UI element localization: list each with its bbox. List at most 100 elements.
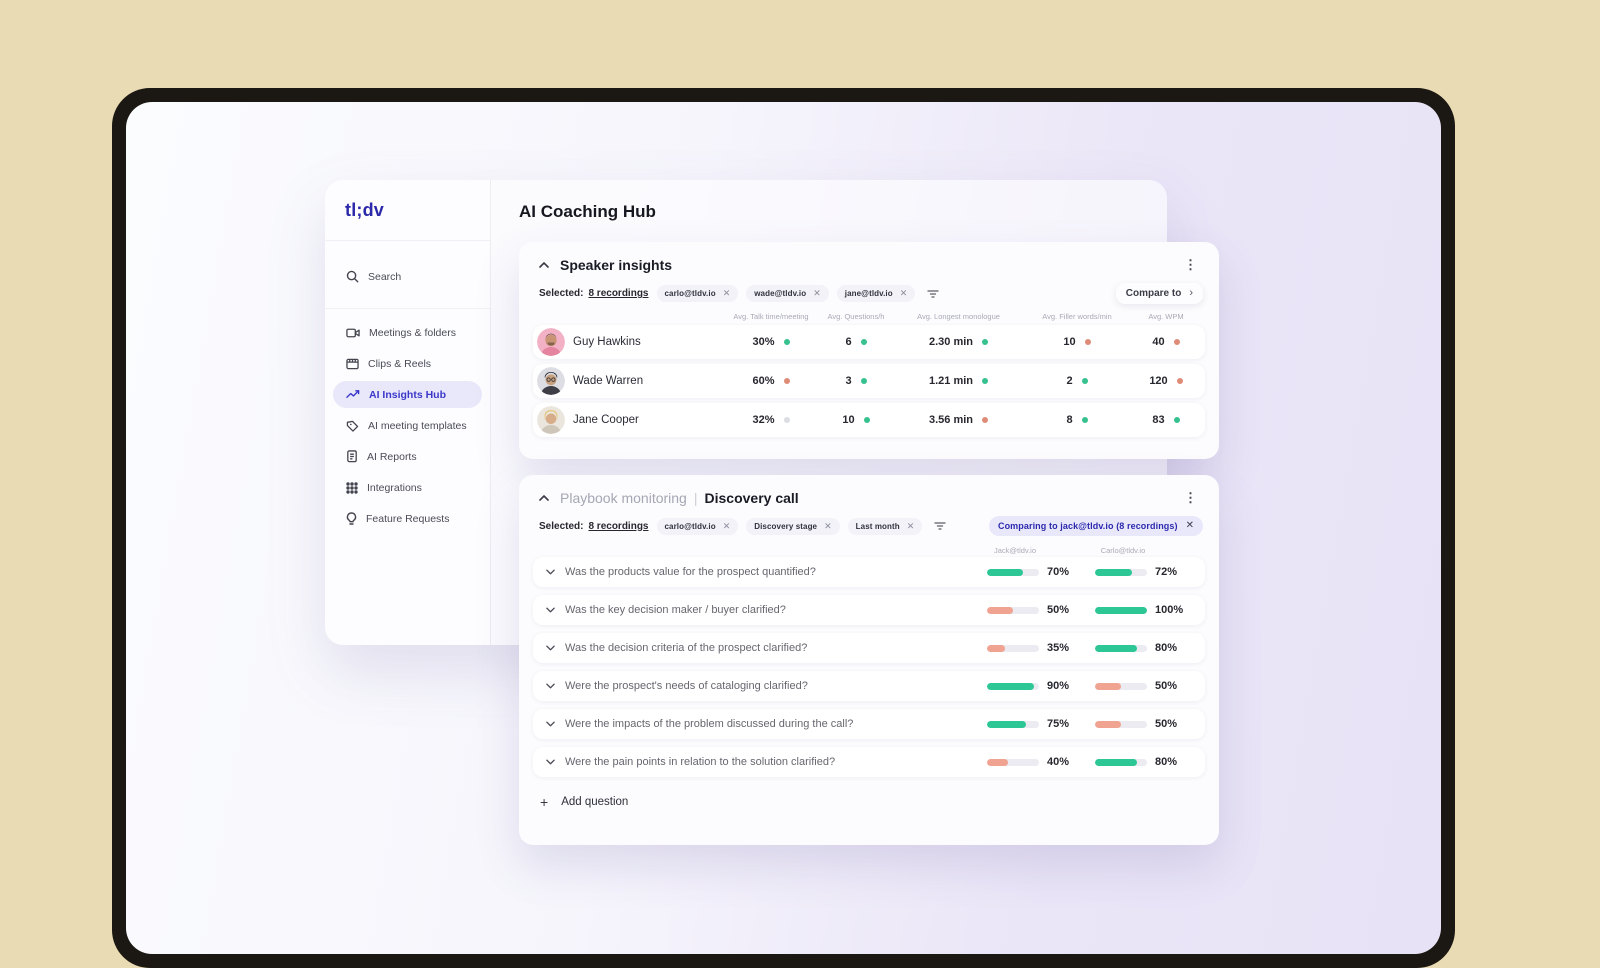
- chevron-down-icon[interactable]: [546, 759, 555, 765]
- filter-chip[interactable]: carlo@tldv.io ✕: [656, 285, 739, 302]
- column-header: Avg. Talk time/meeting: [733, 312, 809, 321]
- kebab-menu-icon[interactable]: ⋮: [1180, 489, 1201, 506]
- sidebar-item-label: Feature Requests: [366, 512, 450, 525]
- progress-bar: [987, 644, 1039, 652]
- metric-value: 40: [1152, 336, 1165, 348]
- laptop-frame: tl;dv Search Meetings & folders Clips & …: [112, 88, 1455, 968]
- close-icon[interactable]: ✕: [1186, 521, 1194, 531]
- filter-chip[interactable]: jane@tldv.io ✕: [836, 285, 916, 302]
- sidebar-item-ai-reports[interactable]: AI Reports: [333, 443, 482, 470]
- table-row[interactable]: Wade Warren 60% 3 1.21 min 2 120: [533, 364, 1205, 398]
- question-text: Were the impacts of the problem discusse…: [565, 718, 854, 730]
- comparing-chip[interactable]: Comparing to jack@tldv.io (8 recordings)…: [988, 516, 1203, 536]
- chevron-down-icon[interactable]: [546, 721, 555, 727]
- progress-bar: [987, 682, 1039, 690]
- filter-funnel-icon[interactable]: [927, 289, 939, 299]
- score-bar-group: 80%: [1095, 642, 1187, 654]
- score-percent: 80%: [1155, 642, 1178, 654]
- chevron-down-icon[interactable]: [546, 569, 555, 575]
- sidebar-item-integrations[interactable]: Integrations: [333, 474, 482, 501]
- question-row[interactable]: Were the prospect's needs of cataloging …: [533, 671, 1205, 701]
- compare-to-label: Compare to: [1125, 288, 1182, 299]
- sidebar-item-ai-insights-hub[interactable]: AI Insights Hub: [333, 381, 482, 408]
- score-bar-group: 50%: [987, 604, 1079, 616]
- score-percent: 80%: [1155, 756, 1178, 768]
- close-icon[interactable]: ✕: [723, 289, 731, 298]
- sidebar-item-label: AI meeting templates: [368, 419, 467, 432]
- close-icon[interactable]: ✕: [723, 521, 731, 531]
- progress-bar: [1095, 720, 1147, 728]
- status-dot: [863, 417, 870, 423]
- collapse-chevron-up-icon[interactable]: [539, 494, 549, 501]
- column-header: Avg. Questions/h: [827, 312, 885, 321]
- speaker-name: Jane Cooper: [573, 414, 639, 426]
- status-dot: [1173, 417, 1180, 423]
- status-dot: [1176, 378, 1183, 384]
- screen: tl;dv Search Meetings & folders Clips & …: [126, 102, 1441, 954]
- clapperboard-icon: [346, 358, 359, 370]
- progress-bar: [1095, 758, 1147, 766]
- tldv-logo: tl;dv: [345, 200, 384, 220]
- chevron-down-icon[interactable]: [546, 645, 555, 651]
- close-icon[interactable]: ✕: [900, 289, 908, 298]
- question-text: Was the key decision maker / buyer clari…: [565, 604, 786, 616]
- add-question-button[interactable]: + Add question: [519, 785, 1219, 809]
- close-icon[interactable]: ✕: [907, 521, 915, 531]
- metric-value: 83: [1152, 414, 1165, 426]
- selected-count-link[interactable]: 8 recordings: [588, 521, 648, 532]
- question-row[interactable]: Were the pain points in relation to the …: [533, 747, 1205, 777]
- search-icon: [346, 270, 359, 283]
- score-percent: 50%: [1155, 718, 1178, 730]
- sidebar-item-clips-reels[interactable]: Clips & Reels: [333, 350, 482, 377]
- progress-bar: [987, 758, 1039, 766]
- sidebar: tl;dv Search Meetings & folders Clips & …: [325, 180, 491, 645]
- progress-bar-fill: [987, 644, 1006, 652]
- table-row[interactable]: Guy Hawkins 30% 6 2.30 min 10 40: [533, 325, 1205, 359]
- filter-chip-label: carlo@tldv.io: [664, 289, 716, 298]
- question-row[interactable]: Was the key decision maker / buyer clari…: [533, 595, 1205, 625]
- score-bar-group: 50%: [1095, 680, 1187, 692]
- score-bar-group: 40%: [987, 756, 1079, 768]
- filter-chip[interactable]: Discovery stage ✕: [746, 517, 840, 535]
- speaker-insights-card: Speaker insights ⋮ Selected: 8 recording…: [519, 242, 1219, 459]
- score-percent: 50%: [1047, 604, 1070, 616]
- status-dot: [982, 417, 989, 423]
- chevron-down-icon[interactable]: [546, 683, 555, 689]
- table-row[interactable]: Jane Cooper 32% 10 3.56 min 8 83: [533, 403, 1205, 437]
- sidebar-item-search[interactable]: Search: [333, 263, 482, 290]
- score-bar-group: 70%: [987, 566, 1079, 578]
- filter-chip[interactable]: Last month ✕: [847, 517, 923, 535]
- speaker-insights-header: Speaker insights ⋮: [519, 242, 1219, 277]
- progress-bar: [987, 568, 1039, 576]
- close-icon[interactable]: ✕: [813, 289, 821, 298]
- metric-value: 10: [842, 414, 855, 426]
- selected-count-link[interactable]: 8 recordings: [588, 288, 648, 299]
- compare-to-button[interactable]: Compare to ›: [1115, 283, 1203, 304]
- filter-chip[interactable]: wade@tldv.io ✕: [746, 285, 829, 302]
- question-row[interactable]: Were the impacts of the problem discusse…: [533, 709, 1205, 739]
- filter-chip[interactable]: carlo@tldv.io ✕: [656, 517, 739, 535]
- metric-value: 2.30 min: [928, 336, 974, 348]
- score-bar-group: 75%: [987, 718, 1079, 730]
- progress-bar: [1095, 682, 1147, 690]
- metric-value: 60%: [752, 375, 775, 387]
- progress-bar: [1095, 644, 1147, 652]
- progress-bar-fill: [1095, 606, 1147, 614]
- collapse-chevron-up-icon[interactable]: [539, 261, 549, 268]
- playbook-filter-row: Selected: 8 recordings carlo@tldv.io ✕ D…: [519, 510, 1219, 536]
- kebab-menu-icon[interactable]: ⋮: [1180, 256, 1201, 273]
- playbook-header: Playbook monitoring | Discovery call ⋮: [519, 475, 1219, 510]
- question-row[interactable]: Was the decision criteria of the prospec…: [533, 633, 1205, 663]
- score-bar-group: 35%: [987, 642, 1079, 654]
- sidebar-item-ai-meeting-templates[interactable]: AI meeting templates: [333, 412, 482, 439]
- close-icon[interactable]: ✕: [824, 521, 832, 531]
- filter-chip-label: Discovery stage: [754, 521, 818, 531]
- chevron-down-icon[interactable]: [546, 607, 555, 613]
- question-row[interactable]: Was the products value for the prospect …: [533, 557, 1205, 587]
- column-header: Jack@tldv.io: [993, 546, 1037, 555]
- filter-funnel-icon[interactable]: [934, 521, 946, 531]
- sidebar-item-meetings-folders[interactable]: Meetings & folders: [333, 319, 482, 346]
- progress-bar: [987, 606, 1039, 614]
- comparing-chip-label: Comparing to jack@tldv.io (8 recordings): [997, 521, 1178, 531]
- sidebar-item-feature-requests[interactable]: Feature Requests: [333, 505, 482, 532]
